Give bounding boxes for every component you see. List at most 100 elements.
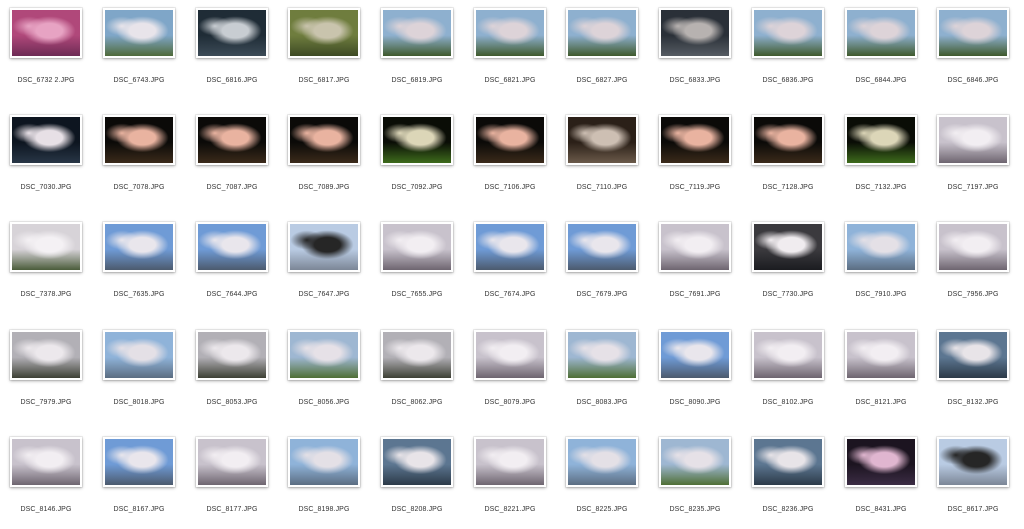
image-thumbnail[interactable] [474, 115, 546, 165]
image-thumbnail[interactable] [845, 222, 917, 272]
image-thumbnail[interactable] [566, 437, 638, 487]
file-item[interactable]: DSC_6844.JPG [835, 0, 927, 100]
file-item[interactable]: DSC_7655.JPG [371, 214, 463, 314]
file-item[interactable]: DSC_7644.JPG [186, 214, 278, 314]
image-thumbnail[interactable] [474, 222, 546, 272]
image-thumbnail[interactable] [752, 222, 824, 272]
image-thumbnail[interactable] [10, 437, 82, 487]
file-item[interactable]: DSC_8235.JPG [649, 429, 741, 529]
file-item[interactable]: DSC_6732 2.JPG [0, 0, 92, 100]
image-thumbnail[interactable] [196, 8, 268, 58]
image-thumbnail[interactable] [474, 8, 546, 58]
image-thumbnail[interactable] [659, 222, 731, 272]
image-thumbnail[interactable] [659, 437, 731, 487]
file-item[interactable]: DSC_7691.JPG [649, 214, 741, 314]
image-thumbnail[interactable] [10, 330, 82, 380]
file-item[interactable]: DSC_8236.JPG [742, 429, 834, 529]
image-thumbnail[interactable] [845, 115, 917, 165]
image-thumbnail[interactable] [288, 115, 360, 165]
image-thumbnail[interactable] [381, 437, 453, 487]
image-thumbnail[interactable] [10, 8, 82, 58]
image-thumbnail[interactable] [288, 222, 360, 272]
file-item[interactable]: DSC_7956.JPG [927, 214, 1019, 314]
file-item[interactable]: DSC_8056.JPG [278, 322, 370, 422]
image-thumbnail[interactable] [937, 8, 1009, 58]
image-thumbnail[interactable] [103, 115, 175, 165]
image-thumbnail[interactable] [752, 8, 824, 58]
file-item[interactable]: DSC_7635.JPG [93, 214, 185, 314]
image-thumbnail[interactable] [566, 222, 638, 272]
file-item[interactable]: DSC_7647.JPG [278, 214, 370, 314]
image-thumbnail[interactable] [566, 8, 638, 58]
file-item[interactable]: DSC_8225.JPG [556, 429, 648, 529]
file-item[interactable]: DSC_7078.JPG [93, 107, 185, 207]
file-item[interactable]: DSC_7730.JPG [742, 214, 834, 314]
file-item[interactable]: DSC_8121.JPG [835, 322, 927, 422]
file-item[interactable]: DSC_7030.JPG [0, 107, 92, 207]
file-item[interactable]: DSC_8090.JPG [649, 322, 741, 422]
file-item[interactable]: DSC_7679.JPG [556, 214, 648, 314]
image-thumbnail[interactable] [381, 222, 453, 272]
image-thumbnail[interactable] [659, 330, 731, 380]
file-item[interactable]: DSC_8053.JPG [186, 322, 278, 422]
image-thumbnail[interactable] [845, 330, 917, 380]
image-thumbnail[interactable] [937, 222, 1009, 272]
file-item[interactable]: DSC_8617.JPG [927, 429, 1019, 529]
file-item[interactable]: DSC_7979.JPG [0, 322, 92, 422]
image-thumbnail[interactable] [103, 330, 175, 380]
file-item[interactable]: DSC_7110.JPG [556, 107, 648, 207]
image-thumbnail[interactable] [196, 330, 268, 380]
file-item[interactable]: DSC_8146.JPG [0, 429, 92, 529]
file-item[interactable]: DSC_6816.JPG [186, 0, 278, 100]
image-thumbnail[interactable] [381, 115, 453, 165]
image-thumbnail[interactable] [196, 222, 268, 272]
file-item[interactable]: DSC_7197.JPG [927, 107, 1019, 207]
image-thumbnail[interactable] [752, 330, 824, 380]
image-thumbnail[interactable] [566, 330, 638, 380]
file-item[interactable]: DSC_8102.JPG [742, 322, 834, 422]
image-thumbnail[interactable] [845, 437, 917, 487]
image-thumbnail[interactable] [937, 330, 1009, 380]
file-item[interactable]: DSC_6817.JPG [278, 0, 370, 100]
file-item[interactable]: DSC_8167.JPG [93, 429, 185, 529]
file-item[interactable]: DSC_8062.JPG [371, 322, 463, 422]
file-item[interactable]: DSC_7674.JPG [464, 214, 556, 314]
file-item[interactable]: DSC_8079.JPG [464, 322, 556, 422]
file-item[interactable]: DSC_6833.JPG [649, 0, 741, 100]
image-thumbnail[interactable] [381, 330, 453, 380]
image-thumbnail[interactable] [103, 437, 175, 487]
image-thumbnail[interactable] [752, 115, 824, 165]
file-item[interactable]: DSC_8431.JPG [835, 429, 927, 529]
image-thumbnail[interactable] [752, 437, 824, 487]
file-item[interactable]: DSC_7089.JPG [278, 107, 370, 207]
image-thumbnail[interactable] [103, 8, 175, 58]
file-item[interactable]: DSC_7106.JPG [464, 107, 556, 207]
file-item[interactable]: DSC_6827.JPG [556, 0, 648, 100]
file-item[interactable]: DSC_8208.JPG [371, 429, 463, 529]
image-thumbnail[interactable] [288, 8, 360, 58]
file-item[interactable]: DSC_6846.JPG [927, 0, 1019, 100]
image-thumbnail[interactable] [196, 437, 268, 487]
file-item[interactable]: DSC_8132.JPG [927, 322, 1019, 422]
image-thumbnail[interactable] [659, 8, 731, 58]
file-item[interactable]: DSC_7378.JPG [0, 214, 92, 314]
image-thumbnail[interactable] [288, 330, 360, 380]
file-item[interactable]: DSC_7910.JPG [835, 214, 927, 314]
file-item[interactable]: DSC_6743.JPG [93, 0, 185, 100]
image-thumbnail[interactable] [381, 8, 453, 58]
file-item[interactable]: DSC_6819.JPG [371, 0, 463, 100]
file-item[interactable]: DSC_8198.JPG [278, 429, 370, 529]
image-thumbnail[interactable] [937, 115, 1009, 165]
image-thumbnail[interactable] [10, 222, 82, 272]
image-thumbnail[interactable] [474, 437, 546, 487]
file-item[interactable]: DSC_7119.JPG [649, 107, 741, 207]
file-item[interactable]: DSC_6836.JPG [742, 0, 834, 100]
image-thumbnail[interactable] [10, 115, 82, 165]
image-thumbnail[interactable] [288, 437, 360, 487]
image-thumbnail[interactable] [566, 115, 638, 165]
image-thumbnail[interactable] [103, 222, 175, 272]
image-thumbnail[interactable] [659, 115, 731, 165]
file-item[interactable]: DSC_8083.JPG [556, 322, 648, 422]
image-thumbnail[interactable] [937, 437, 1009, 487]
file-item[interactable]: DSC_8177.JPG [186, 429, 278, 529]
